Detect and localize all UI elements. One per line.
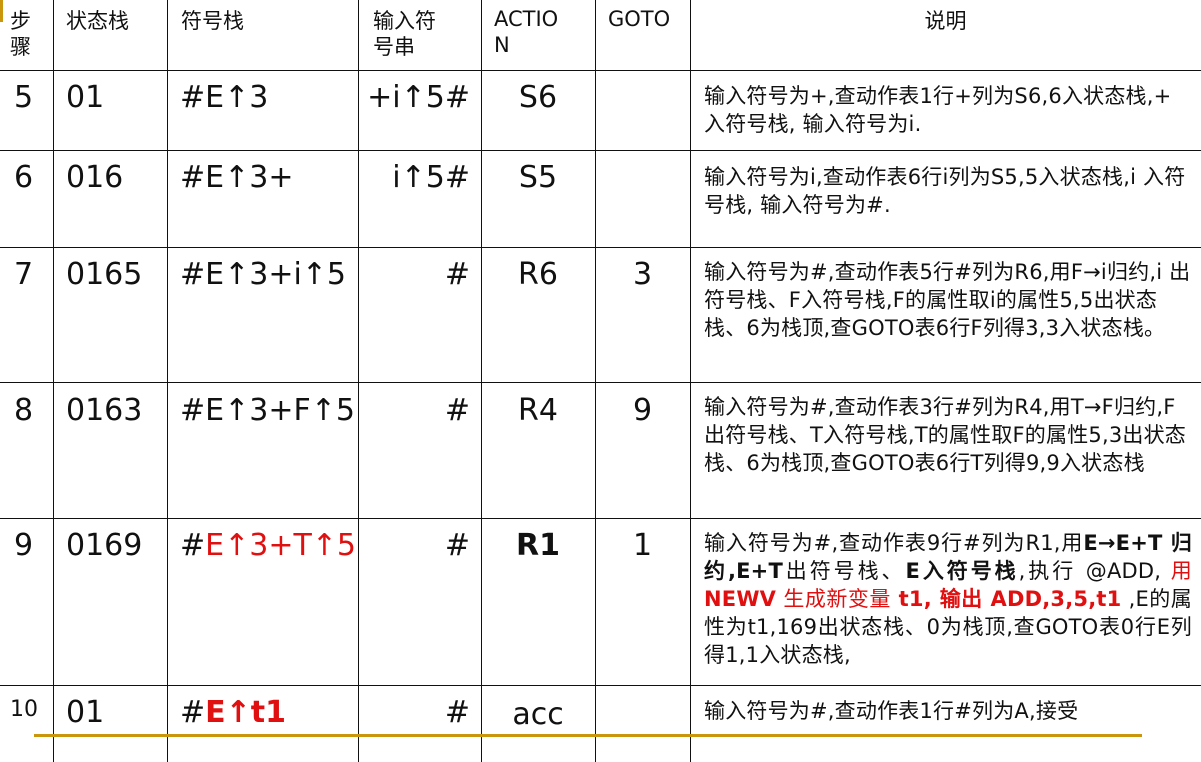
row-state-stack: 016	[66, 160, 124, 195]
description-segment: 生成新变量	[776, 587, 891, 611]
row-action: S5	[518, 160, 558, 195]
row-step: 9	[14, 528, 34, 563]
row-state-stack: 0169	[66, 528, 143, 563]
row-description: 输入符号为#,查动作表5行#列为R6,用F→i归约,i 出符号栈、F入符号栈,F…	[704, 258, 1194, 342]
accent-underline	[34, 734, 1142, 737]
row-divider	[0, 70, 1201, 71]
description-segment: 输入符号为#,查动作表1行#列为A,接受	[704, 699, 1079, 723]
row-symbol-stack: #E↑3+T↑5	[180, 528, 356, 564]
row-step: 8	[14, 393, 34, 428]
row-input-string: #	[444, 695, 470, 730]
row-state-stack: 0165	[66, 257, 143, 292]
header-description: 说明	[924, 9, 967, 33]
row-input-string: #	[444, 528, 470, 563]
description-segment: 输入符号为#,查动作表9行#列为R1,用	[704, 531, 1084, 555]
description-segment: 用	[1170, 559, 1192, 583]
row-action: R6	[518, 257, 558, 292]
row-input-string: #	[444, 393, 470, 428]
col-divider	[167, 0, 168, 762]
symbol-prefix: #	[180, 528, 206, 563]
header-input-string: 输入符 号串	[373, 9, 436, 59]
description-segment: t1, 输出 ADD,3,5,t1	[890, 587, 1122, 611]
row-divider	[0, 247, 1201, 248]
row-description: 输入符号为+,查动作表1行+列为S6,6入状态栈,+ 入符号栈, 输入符号为i.	[704, 82, 1194, 138]
row-step: 6	[14, 160, 34, 195]
col-divider	[358, 0, 359, 762]
row-description: 输入符号为#,查动作表3行#列为R4,用T→F归约,F 出符号栈、T入符号栈,T…	[704, 393, 1194, 477]
row-divider	[0, 685, 1201, 686]
row-input-string: +i↑5#	[367, 80, 470, 115]
description-segment: 输入符号为#,查动作表5行#列为R6,用F→i归约,i 出符号栈、F入符号栈,F…	[704, 260, 1191, 340]
description-segment: ,执行 @ADD,	[1018, 559, 1171, 583]
row-description: 输入符号为#,查动作表1行#列为A,接受	[704, 697, 1194, 725]
row-symbol-stack: #E↑3	[180, 80, 269, 115]
accent-stub	[0, 0, 3, 22]
row-goto: 1	[632, 528, 653, 563]
row-description: 输入符号为i,查动作表6行i列为S5,5入状态栈,i 入符号栈, 输入符号为#.	[704, 163, 1194, 219]
row-divider	[0, 518, 1201, 519]
col-divider	[53, 0, 54, 762]
row-state-stack: 01	[66, 695, 105, 730]
row-divider	[0, 150, 1201, 151]
header-step: 步 骤	[10, 9, 31, 59]
header-symbol-stack: 符号栈	[181, 9, 244, 33]
row-action: acc	[512, 697, 564, 732]
row-goto: 9	[632, 393, 653, 428]
row-input-string: i↑5#	[392, 160, 470, 195]
col-divider	[690, 0, 691, 762]
row-action: R4	[518, 393, 558, 428]
row-step: 10	[10, 697, 38, 722]
row-state-stack: 0163	[66, 393, 143, 428]
header-action: ACTIO N	[494, 7, 559, 57]
row-symbol-stack: #E↑t1	[180, 695, 286, 731]
symbol-prefix: #	[180, 695, 206, 730]
description-segment: 出符号栈、	[783, 559, 906, 583]
row-action: S6	[518, 80, 558, 115]
row-symbol-stack: #E↑3+F↑5	[180, 393, 355, 428]
description-segment: 输入符号为#,查动作表3行#列为R4,用T→F归约,F 出符号栈、T入符号栈,T…	[704, 395, 1187, 475]
symbol-highlight: E↑t1	[205, 695, 286, 730]
description-segment: 入符号栈	[920, 559, 1019, 583]
row-goto: 3	[632, 257, 653, 292]
row-action: R1	[516, 528, 560, 563]
description-segment: 输入符号为+,查动作表1行+列为S6,6入状态栈,+ 入符号栈, 输入符号为i.	[704, 84, 1172, 136]
description-segment: 输入符号为i,查动作表6行i列为S5,5入状态栈,i 入符号栈, 输入符号为#.	[704, 165, 1186, 217]
header-state-stack: 状态栈	[66, 9, 129, 33]
row-symbol-stack: #E↑3+	[180, 160, 294, 195]
header-goto: GOTO	[608, 7, 671, 31]
row-symbol-stack: #E↑3+i↑5	[180, 257, 347, 292]
row-step: 5	[14, 80, 34, 115]
description-segment: NEWV	[704, 587, 777, 611]
row-state-stack: 01	[66, 80, 105, 115]
row-description: 输入符号为#,查动作表9行#列为R1,用E→E+T 归约,E+T出符号栈、E入符…	[704, 529, 1192, 669]
row-step: 7	[14, 257, 34, 292]
symbol-highlight: E↑3+T↑5	[205, 528, 357, 563]
row-input-string: #	[444, 257, 470, 292]
description-segment: E	[905, 559, 921, 583]
col-divider	[595, 0, 596, 762]
row-divider	[0, 382, 1201, 383]
